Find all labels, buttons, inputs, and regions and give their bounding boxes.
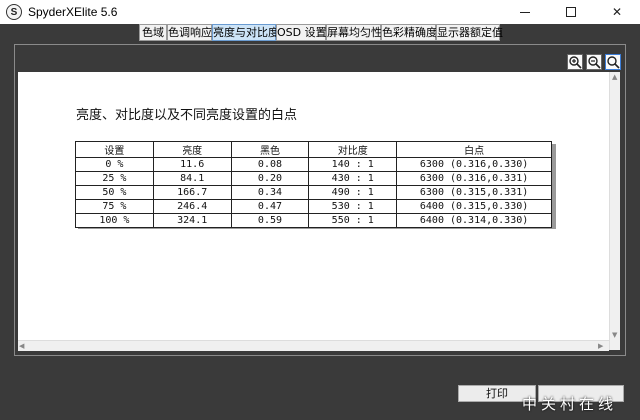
cell-contrast: 490 : 1 xyxy=(308,185,398,200)
table-row: 75 % 246.4 0.47 530 : 1 6400 (0.315,0.33… xyxy=(75,199,552,214)
tab-osd-settings[interactable]: OSD 设置 xyxy=(276,24,327,41)
scroll-right-icon[interactable]: ▶ xyxy=(598,341,603,351)
horizontal-scrollbar[interactable]: ◀ ▶ xyxy=(18,340,609,351)
app-logo-icon: S xyxy=(6,4,22,20)
tab-display-rating[interactable]: 显示器额定值 xyxy=(436,24,503,41)
cell-white-point: 6300 (0.316,0.331) xyxy=(396,171,552,186)
cell-black: 0.59 xyxy=(230,213,310,228)
cell-white-point: 6300 (0.315,0.331) xyxy=(396,185,552,200)
close-button[interactable]: ✕ xyxy=(594,0,640,24)
cell-setting: 0 % xyxy=(75,157,154,172)
vertical-scrollbar[interactable]: ▲ ▼ xyxy=(609,72,620,350)
minimize-button[interactable] xyxy=(502,0,548,24)
zoom-fit-icon xyxy=(607,56,620,69)
cell-contrast: 140 : 1 xyxy=(308,157,398,172)
watermark-text: 中关村在线 xyxy=(522,395,618,413)
zoom-out-button[interactable] xyxy=(586,54,602,70)
tab-brightness-contrast[interactable]: 亮度与对比度 xyxy=(212,24,279,41)
cell-contrast: 430 : 1 xyxy=(308,171,398,186)
header-luminance: 亮度 xyxy=(152,141,232,158)
table-row: 100 % 324.1 0.59 550 : 1 6400 (0.314,0.3… xyxy=(75,213,552,228)
report-title: 亮度、对比度以及不同亮度设置的白点 xyxy=(76,108,298,123)
cell-contrast: 530 : 1 xyxy=(308,199,398,214)
cell-luminance: 11.6 xyxy=(152,157,232,172)
tab-screen-uniformity[interactable]: 屏幕均匀性 xyxy=(326,24,382,41)
brightness-table: 设置 亮度 黑色 对比度 白点 0 % 11.6 0.08 140 : 1 63… xyxy=(75,141,552,228)
scroll-up-icon[interactable]: ▲ xyxy=(612,72,617,82)
minimize-icon xyxy=(520,11,530,13)
scroll-left-icon[interactable]: ◀ xyxy=(19,341,24,351)
table-row: 50 % 166.7 0.34 490 : 1 6300 (0.315,0.33… xyxy=(75,185,552,200)
cell-setting: 75 % xyxy=(75,199,154,214)
table-header-row: 设置 亮度 黑色 对比度 白点 xyxy=(75,141,552,158)
zoom-in-icon xyxy=(569,56,582,69)
cell-luminance: 166.7 xyxy=(152,185,232,200)
scroll-down-icon[interactable]: ▼ xyxy=(612,330,617,340)
header-contrast: 对比度 xyxy=(308,141,398,158)
maximize-icon xyxy=(566,7,576,17)
title-bar: S SpyderXElite 5.6 ✕ xyxy=(0,0,640,24)
header-black: 黑色 xyxy=(230,141,310,158)
close-icon: ✕ xyxy=(611,5,623,19)
cell-luminance: 246.4 xyxy=(152,199,232,214)
zoom-out-icon xyxy=(588,56,601,69)
zoom-in-button[interactable] xyxy=(567,54,583,70)
cell-white-point: 6400 (0.314,0.330) xyxy=(396,213,552,228)
cell-black: 0.34 xyxy=(230,185,310,200)
cell-black: 0.20 xyxy=(230,171,310,186)
cell-black: 0.47 xyxy=(230,199,310,214)
cell-white-point: 6400 (0.315,0.330) xyxy=(396,199,552,214)
tab-bar: 色域 色调响应 亮度与对比度 OSD 设置 屏幕均匀性 色彩精确度 显示器额定值 xyxy=(0,24,640,42)
cell-black: 0.08 xyxy=(230,157,310,172)
cell-white-point: 6300 (0.316,0.330) xyxy=(396,157,552,172)
zoom-fit-button[interactable] xyxy=(605,54,621,70)
cell-luminance: 324.1 xyxy=(152,213,232,228)
tab-gamut[interactable]: 色域 xyxy=(139,24,167,41)
cell-setting: 100 % xyxy=(75,213,154,228)
cell-setting: 25 % xyxy=(75,171,154,186)
tab-color-accuracy[interactable]: 色彩精确度 xyxy=(381,24,437,41)
window-title: SpyderXElite 5.6 xyxy=(28,5,118,19)
header-white-point: 白点 xyxy=(396,141,552,158)
table-row: 0 % 11.6 0.08 140 : 1 6300 (0.316,0.330) xyxy=(75,157,552,172)
cell-contrast: 550 : 1 xyxy=(308,213,398,228)
tab-tone-response[interactable]: 色调响应 xyxy=(167,24,212,41)
cell-setting: 50 % xyxy=(75,185,154,200)
header-setting: 设置 xyxy=(75,141,154,158)
table-row: 25 % 84.1 0.20 430 : 1 6300 (0.316,0.331… xyxy=(75,171,552,186)
cell-luminance: 84.1 xyxy=(152,171,232,186)
maximize-button[interactable] xyxy=(548,0,594,24)
